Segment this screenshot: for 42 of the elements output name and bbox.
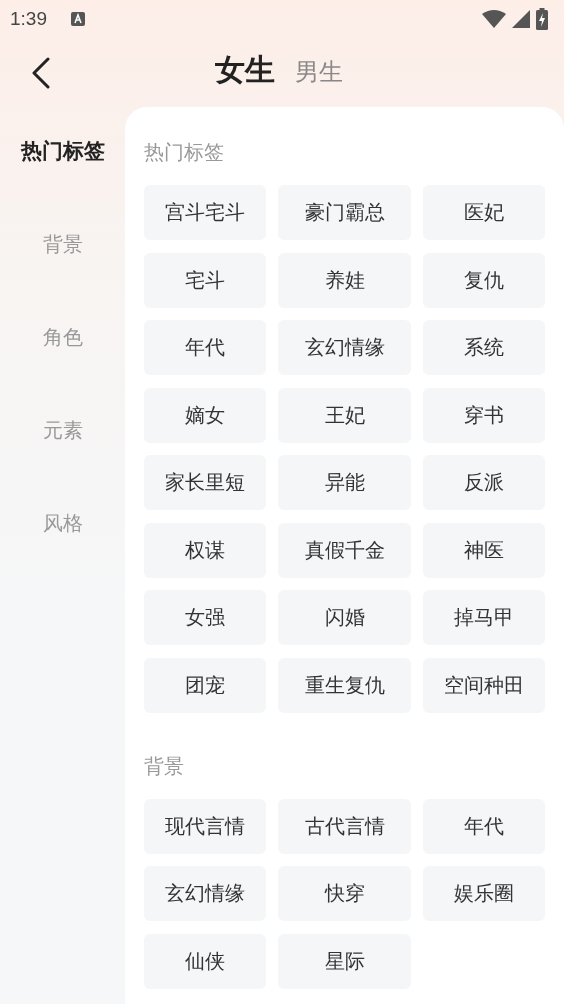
tag-chip[interactable]: 豪门霸总 [278,185,411,240]
tag-chip[interactable]: 医妃 [423,185,545,240]
tag-chip[interactable]: 宅斗 [144,252,266,308]
status-time: 1:39 [10,8,47,30]
tag-chip[interactable]: 宫斗宅斗 [144,185,266,240]
tag-chip[interactable]: 快穿 [278,866,411,921]
tag-chip[interactable]: 女强 [144,590,266,645]
tag-chip[interactable]: 星际 [278,933,411,989]
section-title: 热门标签 [144,139,225,166]
keyboard-notification-icon [71,12,85,26]
tag-chip[interactable]: 神医 [423,522,545,578]
tag-chip[interactable]: 复仇 [423,252,545,308]
tag-chip[interactable]: 嫡女 [144,387,266,443]
category-item[interactable]: 热门标签 [20,137,105,165]
tag-chip[interactable]: 养娃 [278,252,411,308]
tag-chip[interactable]: 仙侠 [144,933,266,989]
tag-chip[interactable]: 年代 [423,798,545,854]
tag-chip[interactable]: 重生复仇 [278,657,411,713]
gender-tab[interactable]: 女生 [215,50,275,91]
wifi-icon [482,10,506,28]
tag-chip[interactable]: 团宠 [144,657,266,713]
tag-chip[interactable]: 家长里短 [144,455,266,510]
tag-chip[interactable]: 闪婚 [278,590,411,645]
section-title: 背景 [144,752,185,780]
tag-chip[interactable]: 玄幻情缘 [144,866,266,921]
tag-chip[interactable]: 真假千金 [278,522,411,578]
tag-chip[interactable]: 玄幻情缘 [278,320,411,375]
signal-icon [512,10,530,28]
tag-chip[interactable]: 掉马甲 [423,590,545,645]
tag-chip[interactable]: 权谋 [144,522,266,578]
tag-chip[interactable]: 年代 [144,320,266,375]
tag-chip[interactable]: 娱乐圈 [423,866,545,921]
tag-chip[interactable]: 古代言情 [278,798,411,854]
tag-chip[interactable]: 空间种田 [423,657,545,713]
tag-chip[interactable]: 现代言情 [144,798,266,854]
tag-chip[interactable]: 穿书 [423,387,545,443]
tag-chip[interactable]: 系统 [423,320,545,375]
battery-icon [536,8,548,30]
tag-chip[interactable]: 反派 [423,455,545,510]
tag-chip[interactable]: 异能 [278,455,411,510]
back-icon[interactable] [31,56,51,89]
tag-chip[interactable]: 王妃 [278,387,411,443]
